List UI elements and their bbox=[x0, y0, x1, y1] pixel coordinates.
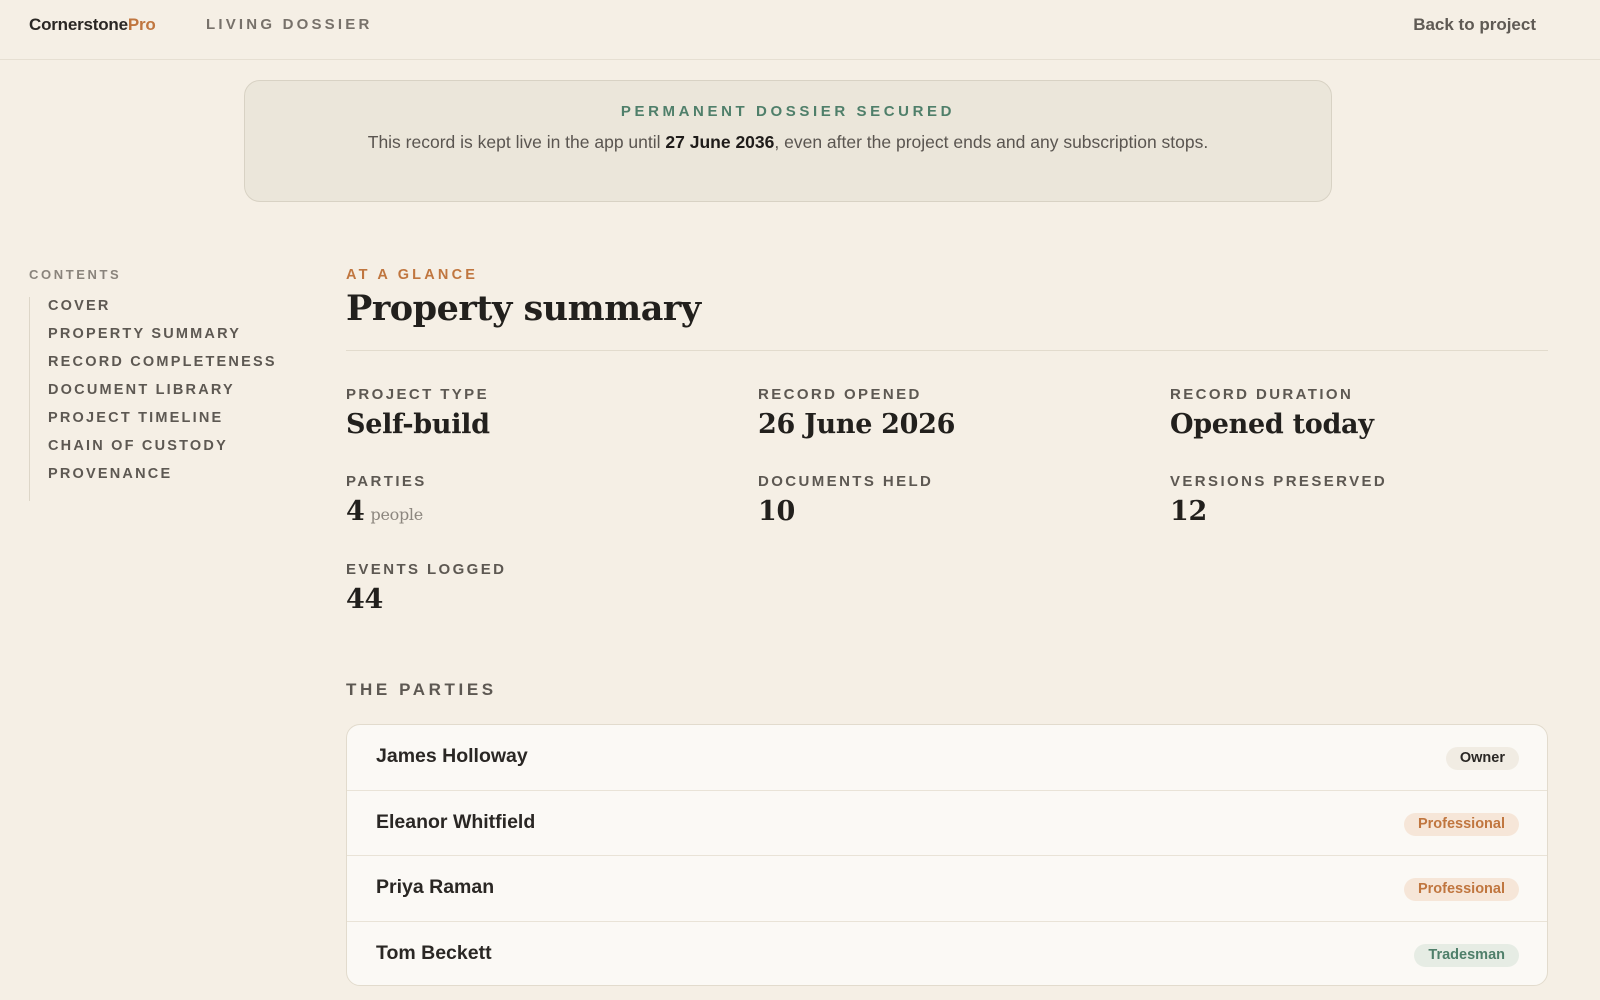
parties-heading: THE PARTIES bbox=[346, 680, 497, 699]
toc-item-document-library[interactable]: DOCUMENT LIBRARY bbox=[30, 381, 289, 399]
stat-events-logged: EVENTS LOGGED 44 bbox=[346, 561, 506, 615]
stat-label: PARTIES bbox=[346, 473, 427, 490]
stat-label: VERSIONS PRESERVED bbox=[1170, 473, 1388, 490]
stat-documents-held: DOCUMENTS HELD 10 bbox=[758, 473, 933, 527]
party-name: James Holloway bbox=[376, 745, 528, 767]
stat-value: 10 bbox=[758, 496, 795, 527]
parties-list: James Holloway Owner Eleanor Whitfield P… bbox=[346, 724, 1548, 986]
party-name: Tom Beckett bbox=[376, 941, 492, 964]
banner-text-before: This record is kept live in the app unti… bbox=[367, 132, 666, 152]
toc-item-provenance[interactable]: PROVENANCE bbox=[30, 465, 289, 483]
stat-value: 44 bbox=[346, 584, 383, 615]
contents-nav: COVER PROPERTY SUMMARY RECORD COMPLETENE… bbox=[29, 297, 289, 501]
role-badge: Professional bbox=[1403, 812, 1519, 836]
stat-project-type: PROJECT TYPE Self-build bbox=[346, 386, 490, 440]
title-divider bbox=[346, 350, 1548, 351]
stat-value: Self-build bbox=[346, 409, 490, 440]
stat-label: DOCUMENTS HELD bbox=[758, 473, 934, 490]
section-eyebrow: AT A GLANCE bbox=[346, 267, 479, 283]
party-row[interactable]: James Holloway Owner bbox=[347, 725, 1547, 791]
top-bar: CornerstonePro LIVING DOSSIER Back to pr… bbox=[0, 0, 1600, 60]
stat-record-duration: RECORD DURATION Opened today bbox=[1170, 386, 1374, 440]
toc-item-chain-of-custody[interactable]: CHAIN OF CUSTODY bbox=[30, 437, 289, 455]
role-badge: Professional bbox=[1403, 878, 1519, 901]
banner-text-after: , even after the project ends and any su… bbox=[774, 132, 1209, 152]
contents-heading: CONTENTS bbox=[29, 267, 122, 282]
stat-label: PROJECT TYPE bbox=[346, 386, 489, 403]
banner-expiry-date: 27 June 2036 bbox=[665, 132, 775, 152]
stat-label: RECORD DURATION bbox=[1170, 386, 1354, 403]
banner-text: This record is kept live in the app unti… bbox=[278, 130, 1298, 154]
toc-item-project-timeline[interactable]: PROJECT TIMELINE bbox=[30, 409, 289, 427]
stat-label: EVENTS LOGGED bbox=[346, 561, 507, 578]
stat-value: 12 bbox=[1170, 496, 1207, 527]
stat-label: RECORD OPENED bbox=[758, 386, 922, 403]
toc-item-record-completeness[interactable]: RECORD COMPLETENESS bbox=[30, 353, 289, 371]
parties-unit: people bbox=[370, 505, 424, 524]
stat-parties: PARTIES 4 people bbox=[346, 473, 427, 527]
brand-accent: Pro bbox=[127, 15, 156, 34]
role-badge: Owner bbox=[1445, 747, 1519, 770]
party-row[interactable]: Eleanor Whitfield Professional bbox=[347, 791, 1547, 856]
back-to-project-link[interactable]: Back to project bbox=[1413, 15, 1536, 35]
toc-item-cover[interactable]: COVER bbox=[30, 297, 289, 315]
stat-versions-preserved: VERSIONS PRESERVED 12 bbox=[1170, 473, 1387, 527]
party-row[interactable]: Priya Raman Professional bbox=[347, 856, 1547, 922]
brand-logo[interactable]: CornerstonePro bbox=[29, 15, 156, 35]
banner-title: PERMANENT DOSSIER SECURED bbox=[620, 103, 956, 120]
brand-name: Cornerstone bbox=[29, 15, 128, 34]
role-badge: Tradesman bbox=[1414, 943, 1519, 967]
stat-value: 4 people bbox=[346, 496, 427, 527]
party-name: Eleanor Whitfield bbox=[376, 810, 536, 833]
stat-value: 26 June 2026 bbox=[758, 409, 956, 440]
party-name: Priya Raman bbox=[376, 876, 495, 898]
party-row[interactable]: Tom Beckett Tradesman bbox=[347, 922, 1547, 986]
dossier-secured-banner: PERMANENT DOSSIER SECURED This record is… bbox=[244, 80, 1332, 202]
dossier-subtitle: LIVING DOSSIER bbox=[206, 16, 373, 33]
stat-record-opened: RECORD OPENED 26 June 2026 bbox=[758, 386, 955, 440]
toc-item-property-summary[interactable]: PROPERTY SUMMARY bbox=[30, 325, 289, 343]
parties-count: 4 bbox=[346, 496, 365, 527]
page-title: Property summary bbox=[346, 288, 701, 329]
stat-value: Opened today bbox=[1170, 409, 1374, 440]
